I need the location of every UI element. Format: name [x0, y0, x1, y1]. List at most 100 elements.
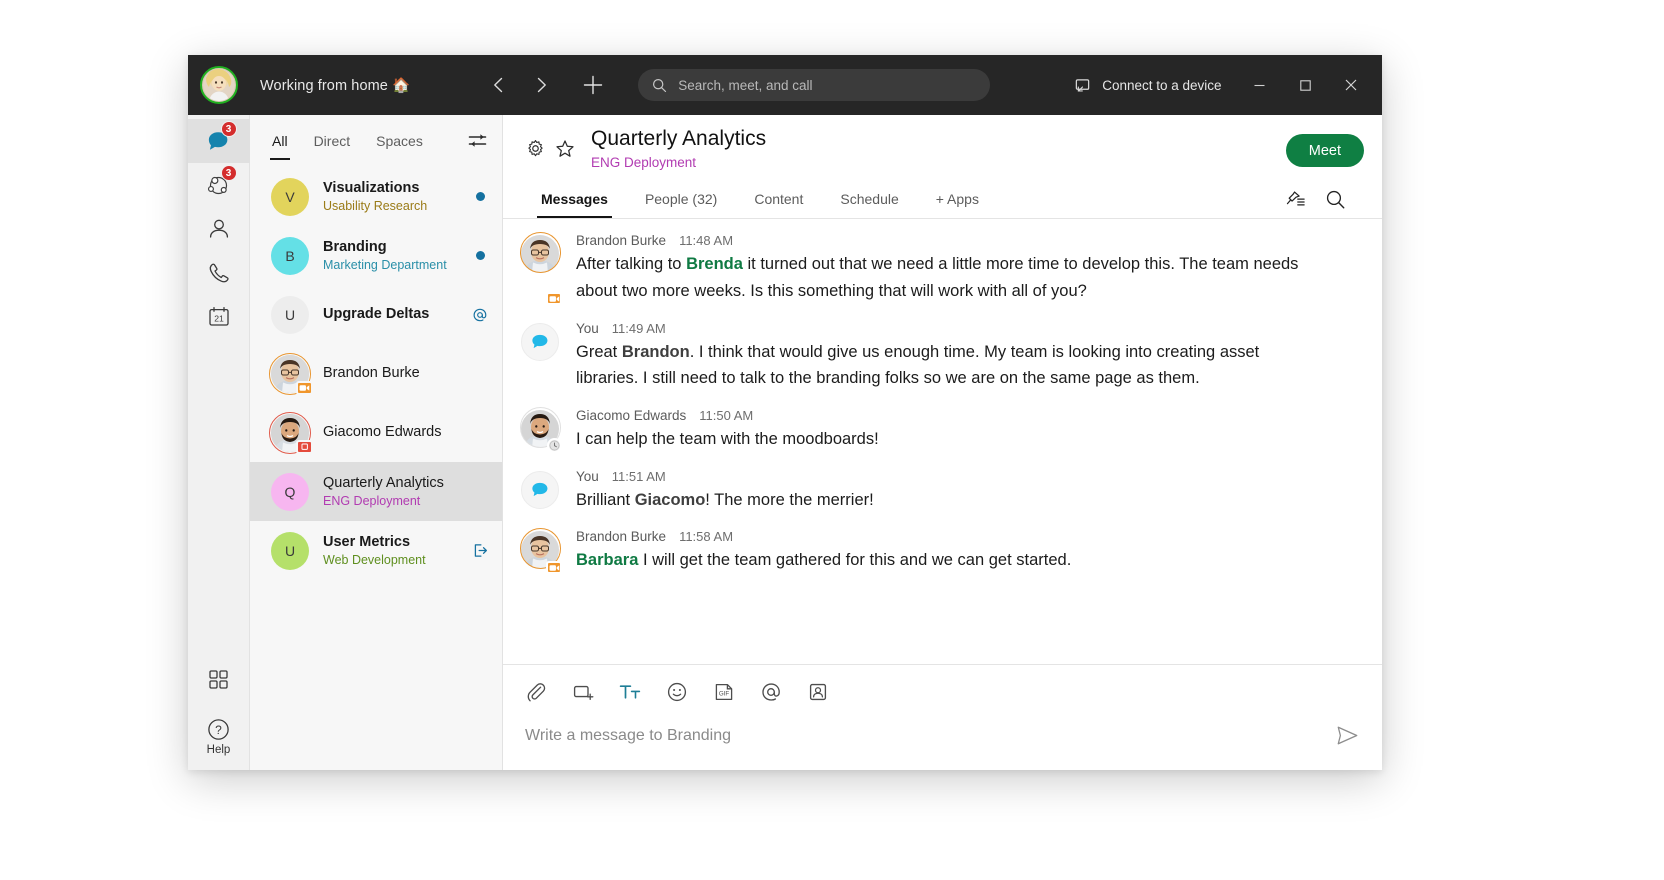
person-card-icon[interactable]	[807, 681, 829, 703]
presence-badge	[546, 561, 562, 575]
conversation-text: Giacomo Edwards	[323, 423, 441, 441]
rail-item-messaging[interactable]: 3	[188, 119, 250, 163]
conversation-item[interactable]: Q Quarterly Analytics ENG Deployment	[250, 462, 502, 521]
svg-text:GIF: GIF	[719, 691, 730, 698]
tab-content[interactable]: Content	[752, 184, 805, 218]
message-text: After talking to Brenda it turned out th…	[576, 255, 1299, 300]
message-input-placeholder: Write a message to Branding	[525, 726, 732, 744]
attach-file-icon[interactable]	[525, 681, 547, 703]
teams-badge: 3	[220, 165, 237, 181]
messaging-badge: 3	[220, 121, 237, 137]
space-subtitle: ENG Deployment	[591, 155, 697, 171]
avatar	[519, 527, 562, 575]
message-timestamp: 11:49 AM	[611, 320, 666, 336]
conversation-title: Visualizations	[323, 179, 420, 196]
minimize-button[interactable]	[1236, 55, 1282, 115]
emoji-icon[interactable]	[666, 681, 688, 703]
conversation-title: Upgrade Deltas	[323, 306, 430, 323]
mention[interactable]: Giacomo	[635, 491, 706, 509]
star-icon[interactable]	[550, 133, 580, 165]
presence-badge	[296, 439, 313, 454]
search-input[interactable]: Search, meet, and call	[638, 69, 991, 101]
new-item-button[interactable]	[576, 68, 610, 102]
search-icon[interactable]	[1325, 189, 1346, 210]
svg-text:?: ?	[215, 723, 222, 737]
maximize-button[interactable]	[1282, 55, 1328, 115]
cast-device-icon	[1074, 77, 1091, 94]
app-window: Working from home 🏠 Search, meet, and ca…	[188, 55, 1382, 770]
conversation-items: V Visualizations Usability Research B Br…	[250, 167, 502, 580]
tab-spaces[interactable]: Spaces	[376, 120, 423, 162]
avatar	[269, 352, 313, 395]
avatar	[521, 469, 559, 514]
rail-item-contacts[interactable]	[188, 207, 250, 251]
gif-icon[interactable]: GIF	[713, 681, 735, 703]
tab-people[interactable]: People (32)	[643, 184, 719, 218]
avatar	[519, 231, 562, 305]
mention-indicator-icon	[468, 307, 492, 323]
message-item: Giacomo Edwards 11:50 AM I can help the …	[519, 406, 1364, 453]
message-list[interactable]: Brandon Burke 11:48 AM After talking to …	[503, 219, 1382, 664]
conversation-text: Brandon Burke	[323, 364, 420, 382]
conversation-item[interactable]: Brandon Burke	[250, 344, 502, 403]
conversation-title: Branding	[323, 238, 387, 255]
filter-sliders-icon[interactable]	[467, 130, 488, 153]
pinned-list-icon[interactable]	[1285, 189, 1306, 210]
send-icon[interactable]	[1335, 723, 1360, 748]
rail-item-meetings[interactable]: 21	[188, 295, 250, 339]
conversation-item[interactable]: V Visualizations Usability Research	[250, 167, 502, 226]
avatar-initial: U	[284, 542, 296, 559]
user-avatar-button[interactable]	[188, 66, 250, 104]
tab-direct[interactable]: Direct	[314, 120, 351, 162]
conversation-item[interactable]: Giacomo Edwards	[250, 403, 502, 462]
mention[interactable]: Brandon	[622, 343, 690, 361]
mention[interactable]: Brenda	[686, 255, 743, 273]
tab-all[interactable]: All	[270, 120, 290, 162]
conversation-item[interactable]: U User Metrics Web Development	[250, 521, 502, 580]
conversation-subtitle: ENG Deployment	[323, 493, 421, 508]
mention-icon[interactable]	[760, 681, 782, 703]
presence-badge	[296, 380, 313, 395]
conversation-item[interactable]: U Upgrade Deltas	[250, 285, 502, 344]
mention[interactable]: Barbara	[576, 551, 638, 569]
space-tab-actions	[1285, 189, 1346, 218]
avatar-initial: V	[285, 188, 295, 205]
close-button[interactable]	[1328, 55, 1374, 115]
message-meta: Brandon Burke 11:48 AM	[576, 233, 1321, 248]
message-text: Brilliant Giacomo! The more the merrier!	[576, 490, 874, 509]
page-title: Quarterly Analytics	[591, 127, 767, 150]
tab-messages[interactable]: Messages	[537, 184, 612, 219]
conversation-item[interactable]: B Branding Marketing Department	[250, 226, 502, 285]
space-name-block: Quarterly Analytics ENG Deployment	[591, 127, 766, 170]
rail-item-help[interactable]: ? Help	[206, 717, 231, 756]
presence-status-text[interactable]: Working from home 🏠	[260, 77, 410, 94]
presence-badge	[547, 437, 562, 453]
message-composer: GIF Write a message to Branding	[503, 664, 1382, 770]
help-label: Help	[206, 744, 231, 756]
conversation-text: User Metrics Web Development	[323, 533, 426, 569]
message-input-row[interactable]: Write a message to Branding	[521, 707, 1364, 770]
message-body: Brandon Burke 11:48 AM After talking to …	[576, 233, 1321, 304]
presence-badge	[546, 291, 562, 305]
message-text: I can help the team with the moodboards!	[576, 430, 879, 449]
message-timestamp: 11:50 AM	[699, 408, 754, 424]
message-body: You 11:51 AM Brilliant Giacomo! The more…	[576, 469, 874, 514]
rail-item-teams[interactable]: 3	[188, 163, 250, 207]
leave-space-icon[interactable]	[468, 542, 492, 559]
conversation-title: Giacomo Edwards	[323, 424, 442, 441]
back-button[interactable]	[482, 68, 516, 102]
composer-toolbar: GIF	[521, 675, 1364, 707]
forward-button[interactable]	[524, 68, 558, 102]
format-text-icon[interactable]	[619, 681, 641, 703]
nav-buttons	[482, 68, 610, 102]
screen-capture-icon[interactable]	[572, 681, 594, 703]
space-title-row: Quarterly Analytics ENG Deployment Meet	[521, 127, 1364, 170]
meet-button[interactable]: Meet	[1285, 134, 1364, 167]
connect-to-device-button[interactable]: Connect to a device	[1074, 77, 1222, 94]
rail-item-calling[interactable]	[188, 251, 250, 295]
conversation-subtitle: Usability Research	[323, 198, 428, 213]
tab-apps[interactable]: + Apps	[934, 184, 981, 218]
rail-item-apps[interactable]	[188, 657, 250, 701]
tab-schedule[interactable]: Schedule	[838, 184, 900, 218]
gear-icon[interactable]	[521, 133, 550, 164]
